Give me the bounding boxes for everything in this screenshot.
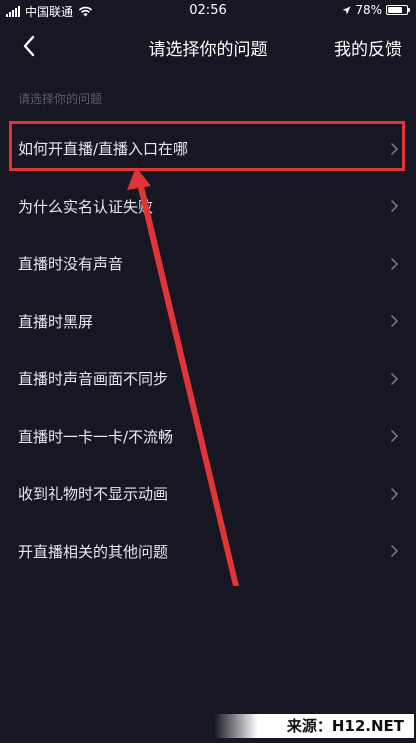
list-item-label: 直播时声音画面不同步 — [18, 370, 169, 389]
battery-icon — [386, 5, 410, 15]
status-right: 78% — [342, 3, 410, 17]
chevron-right-icon — [390, 315, 399, 328]
chevron-right-icon — [390, 430, 399, 443]
highlight-box — [9, 121, 405, 171]
chevron-right-icon — [390, 257, 399, 270]
list-item-label: 开直播相关的其他问题 — [18, 542, 169, 561]
battery-fill — [388, 7, 403, 13]
list-item-label: 直播时一卡一卡/不流畅 — [18, 427, 174, 446]
list-item[interactable]: 直播时一卡一卡/不流畅 — [0, 408, 416, 466]
list-item[interactable]: 收到礼物时不显示动画 — [0, 465, 416, 523]
list-item-label: 直播时黑屏 — [18, 312, 94, 331]
section-header: 请选择你的问题 — [18, 92, 103, 106]
chevron-right-icon — [390, 372, 399, 385]
watermark: 来源：H12.NET — [214, 714, 414, 738]
list-item[interactable]: 为什么实名认证失败 — [0, 178, 416, 236]
list-item-label: 收到礼物时不显示动画 — [18, 485, 169, 504]
list-item[interactable]: 直播时没有声音 — [0, 235, 416, 293]
chevron-right-icon — [390, 545, 399, 558]
chevron-right-icon — [390, 487, 399, 500]
battery-percent: 78% — [355, 3, 382, 17]
chevron-right-icon — [390, 200, 399, 213]
list-item-label: 为什么实名认证失败 — [18, 197, 154, 216]
question-list: 如何开直播/直播入口在哪 为什么实名认证失败 直播时没有声音 直播时黑屏 直播时… — [0, 120, 416, 580]
list-item[interactable]: 直播时黑屏 — [0, 293, 416, 351]
my-feedback-button[interactable]: 我的反馈 — [334, 35, 402, 60]
list-item[interactable]: 直播时声音画面不同步 — [0, 350, 416, 408]
status-bar: 中国联通 02:56 78% — [0, 0, 416, 22]
nav-bar: 请选择你的问题 我的反馈 — [0, 22, 416, 72]
list-item-label: 直播时没有声音 — [18, 255, 124, 274]
list-item[interactable]: 开直播相关的其他问题 — [0, 523, 416, 581]
location-icon — [342, 6, 351, 14]
